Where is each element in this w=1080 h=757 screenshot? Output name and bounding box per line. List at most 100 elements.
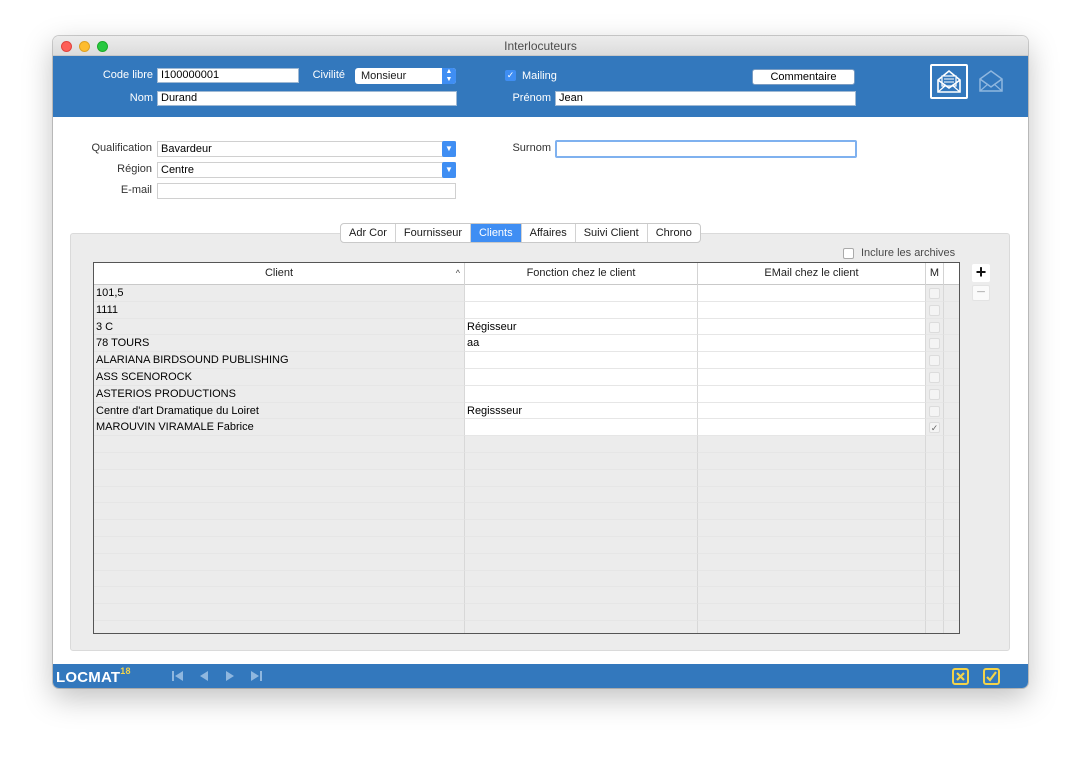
- table-row[interactable]: [94, 503, 959, 521]
- empty-cell[interactable]: [465, 503, 698, 521]
- mailing-cell[interactable]: [926, 335, 944, 353]
- email-cell[interactable]: [698, 352, 926, 369]
- mailing-checkbox[interactable]: [929, 355, 940, 367]
- empty-cell[interactable]: [94, 570, 465, 588]
- commentaire-button[interactable]: Commentaire: [752, 69, 855, 85]
- mailing-checkbox[interactable]: [929, 288, 940, 299]
- table-row[interactable]: ALARIANA BIRDSOUND PUBLISHING: [94, 352, 959, 369]
- empty-cell[interactable]: [926, 604, 944, 621]
- table-row[interactable]: [94, 520, 959, 537]
- empty-cell[interactable]: [94, 452, 465, 470]
- add-row-button[interactable]: +: [972, 263, 990, 282]
- empty-cell[interactable]: [698, 587, 926, 605]
- table-row[interactable]: 101,5: [94, 285, 959, 302]
- empty-cell[interactable]: [94, 486, 465, 504]
- email-cell[interactable]: [698, 385, 926, 403]
- mail-button[interactable]: [977, 68, 1005, 94]
- table-row[interactable]: [94, 604, 959, 621]
- mailing-checkbox[interactable]: [929, 304, 940, 316]
- table-row[interactable]: [94, 469, 959, 487]
- column-header-email[interactable]: EMail chez le client: [698, 263, 926, 285]
- table-row[interactable]: 1111: [94, 301, 959, 319]
- client-cell[interactable]: 3 C: [94, 318, 465, 336]
- empty-cell[interactable]: [465, 587, 698, 605]
- include-archives-checkbox[interactable]: [843, 248, 854, 259]
- column-header-m[interactable]: M: [926, 263, 944, 285]
- table-row[interactable]: 78 TOURS aa: [94, 335, 959, 353]
- remove-row-button[interactable]: −: [972, 285, 990, 301]
- empty-cell[interactable]: [926, 620, 944, 633]
- empty-cell[interactable]: [926, 469, 944, 487]
- empty-cell[interactable]: [94, 469, 465, 487]
- empty-cell[interactable]: [926, 570, 944, 588]
- mailing-checkbox[interactable]: ✓: [505, 70, 516, 81]
- empty-cell[interactable]: [926, 503, 944, 521]
- fonction-cell[interactable]: [465, 419, 698, 437]
- fonction-cell[interactable]: [465, 285, 698, 302]
- mailing-cell[interactable]: [926, 301, 944, 319]
- validate-icon[interactable]: [982, 667, 1001, 686]
- fonction-cell[interactable]: [465, 352, 698, 369]
- tab-affaires[interactable]: Affaires: [522, 224, 576, 242]
- tab-clients[interactable]: Clients: [470, 224, 522, 242]
- mailing-checkbox[interactable]: [929, 405, 940, 417]
- mailing-cell[interactable]: [926, 385, 944, 403]
- fonction-cell[interactable]: Regissseur: [465, 402, 698, 420]
- tab-adr-cor[interactable]: Adr Cor: [341, 224, 396, 242]
- empty-cell[interactable]: [698, 604, 926, 621]
- surnom-field[interactable]: [555, 140, 857, 158]
- table-row[interactable]: ASS SCENOROCK: [94, 368, 959, 386]
- empty-cell[interactable]: [465, 436, 698, 453]
- table-row[interactable]: MAROUVIN VIRAMALE Fabrice ✓: [94, 419, 959, 437]
- empty-cell[interactable]: [94, 436, 465, 453]
- next-record-icon[interactable]: [221, 668, 239, 684]
- client-cell[interactable]: 78 TOURS: [94, 335, 465, 353]
- mailing-cell[interactable]: [926, 402, 944, 420]
- tab-chrono[interactable]: Chrono: [648, 224, 700, 242]
- mailing-cell[interactable]: [926, 285, 944, 302]
- tab-suivi-client[interactable]: Suivi Client: [576, 224, 648, 242]
- column-header-client[interactable]: Client ^: [94, 263, 465, 285]
- region-select[interactable]: Centre ▼: [157, 162, 456, 178]
- email-cell[interactable]: [698, 285, 926, 302]
- empty-cell[interactable]: [465, 520, 698, 537]
- empty-cell[interactable]: [698, 570, 926, 588]
- empty-cell[interactable]: [465, 604, 698, 621]
- empty-cell[interactable]: [465, 469, 698, 487]
- column-header-fonction[interactable]: Fonction chez le client: [465, 263, 698, 285]
- table-row[interactable]: [94, 620, 959, 633]
- table-row[interactable]: [94, 452, 959, 470]
- table-row[interactable]: [94, 536, 959, 554]
- mailing-cell[interactable]: [926, 352, 944, 369]
- client-cell[interactable]: ALARIANA BIRDSOUND PUBLISHING: [94, 352, 465, 369]
- mailing-checkbox[interactable]: [929, 371, 940, 383]
- table-row[interactable]: [94, 587, 959, 605]
- empty-cell[interactable]: [465, 553, 698, 571]
- qualification-select[interactable]: Bavardeur ▼: [157, 141, 456, 157]
- empty-cell[interactable]: [698, 536, 926, 554]
- empty-cell[interactable]: [94, 520, 465, 537]
- client-cell[interactable]: 101,5: [94, 285, 465, 302]
- mailing-cell[interactable]: ✓: [926, 419, 944, 437]
- empty-cell[interactable]: [94, 620, 465, 633]
- civilite-select[interactable]: Monsieur ▲ ▼: [355, 68, 456, 84]
- empty-cell[interactable]: [698, 520, 926, 537]
- prenom-field[interactable]: Jean: [555, 91, 856, 106]
- empty-cell[interactable]: [94, 503, 465, 521]
- table-row[interactable]: [94, 570, 959, 588]
- empty-cell[interactable]: [698, 486, 926, 504]
- empty-cell[interactable]: [698, 620, 926, 633]
- client-cell[interactable]: MAROUVIN VIRAMALE Fabrice: [94, 419, 465, 437]
- empty-cell[interactable]: [465, 570, 698, 588]
- empty-cell[interactable]: [926, 536, 944, 554]
- cancel-icon[interactable]: [951, 667, 970, 686]
- empty-cell[interactable]: [926, 553, 944, 571]
- fonction-cell[interactable]: aa: [465, 335, 698, 353]
- mailing-checkbox[interactable]: [929, 338, 940, 350]
- email-field[interactable]: [157, 183, 456, 199]
- empty-cell[interactable]: [698, 452, 926, 470]
- title-bar[interactable]: Interlocuteurs: [53, 36, 1028, 56]
- previous-record-icon[interactable]: [195, 668, 213, 684]
- nom-field[interactable]: Durand: [157, 91, 457, 106]
- empty-cell[interactable]: [94, 536, 465, 554]
